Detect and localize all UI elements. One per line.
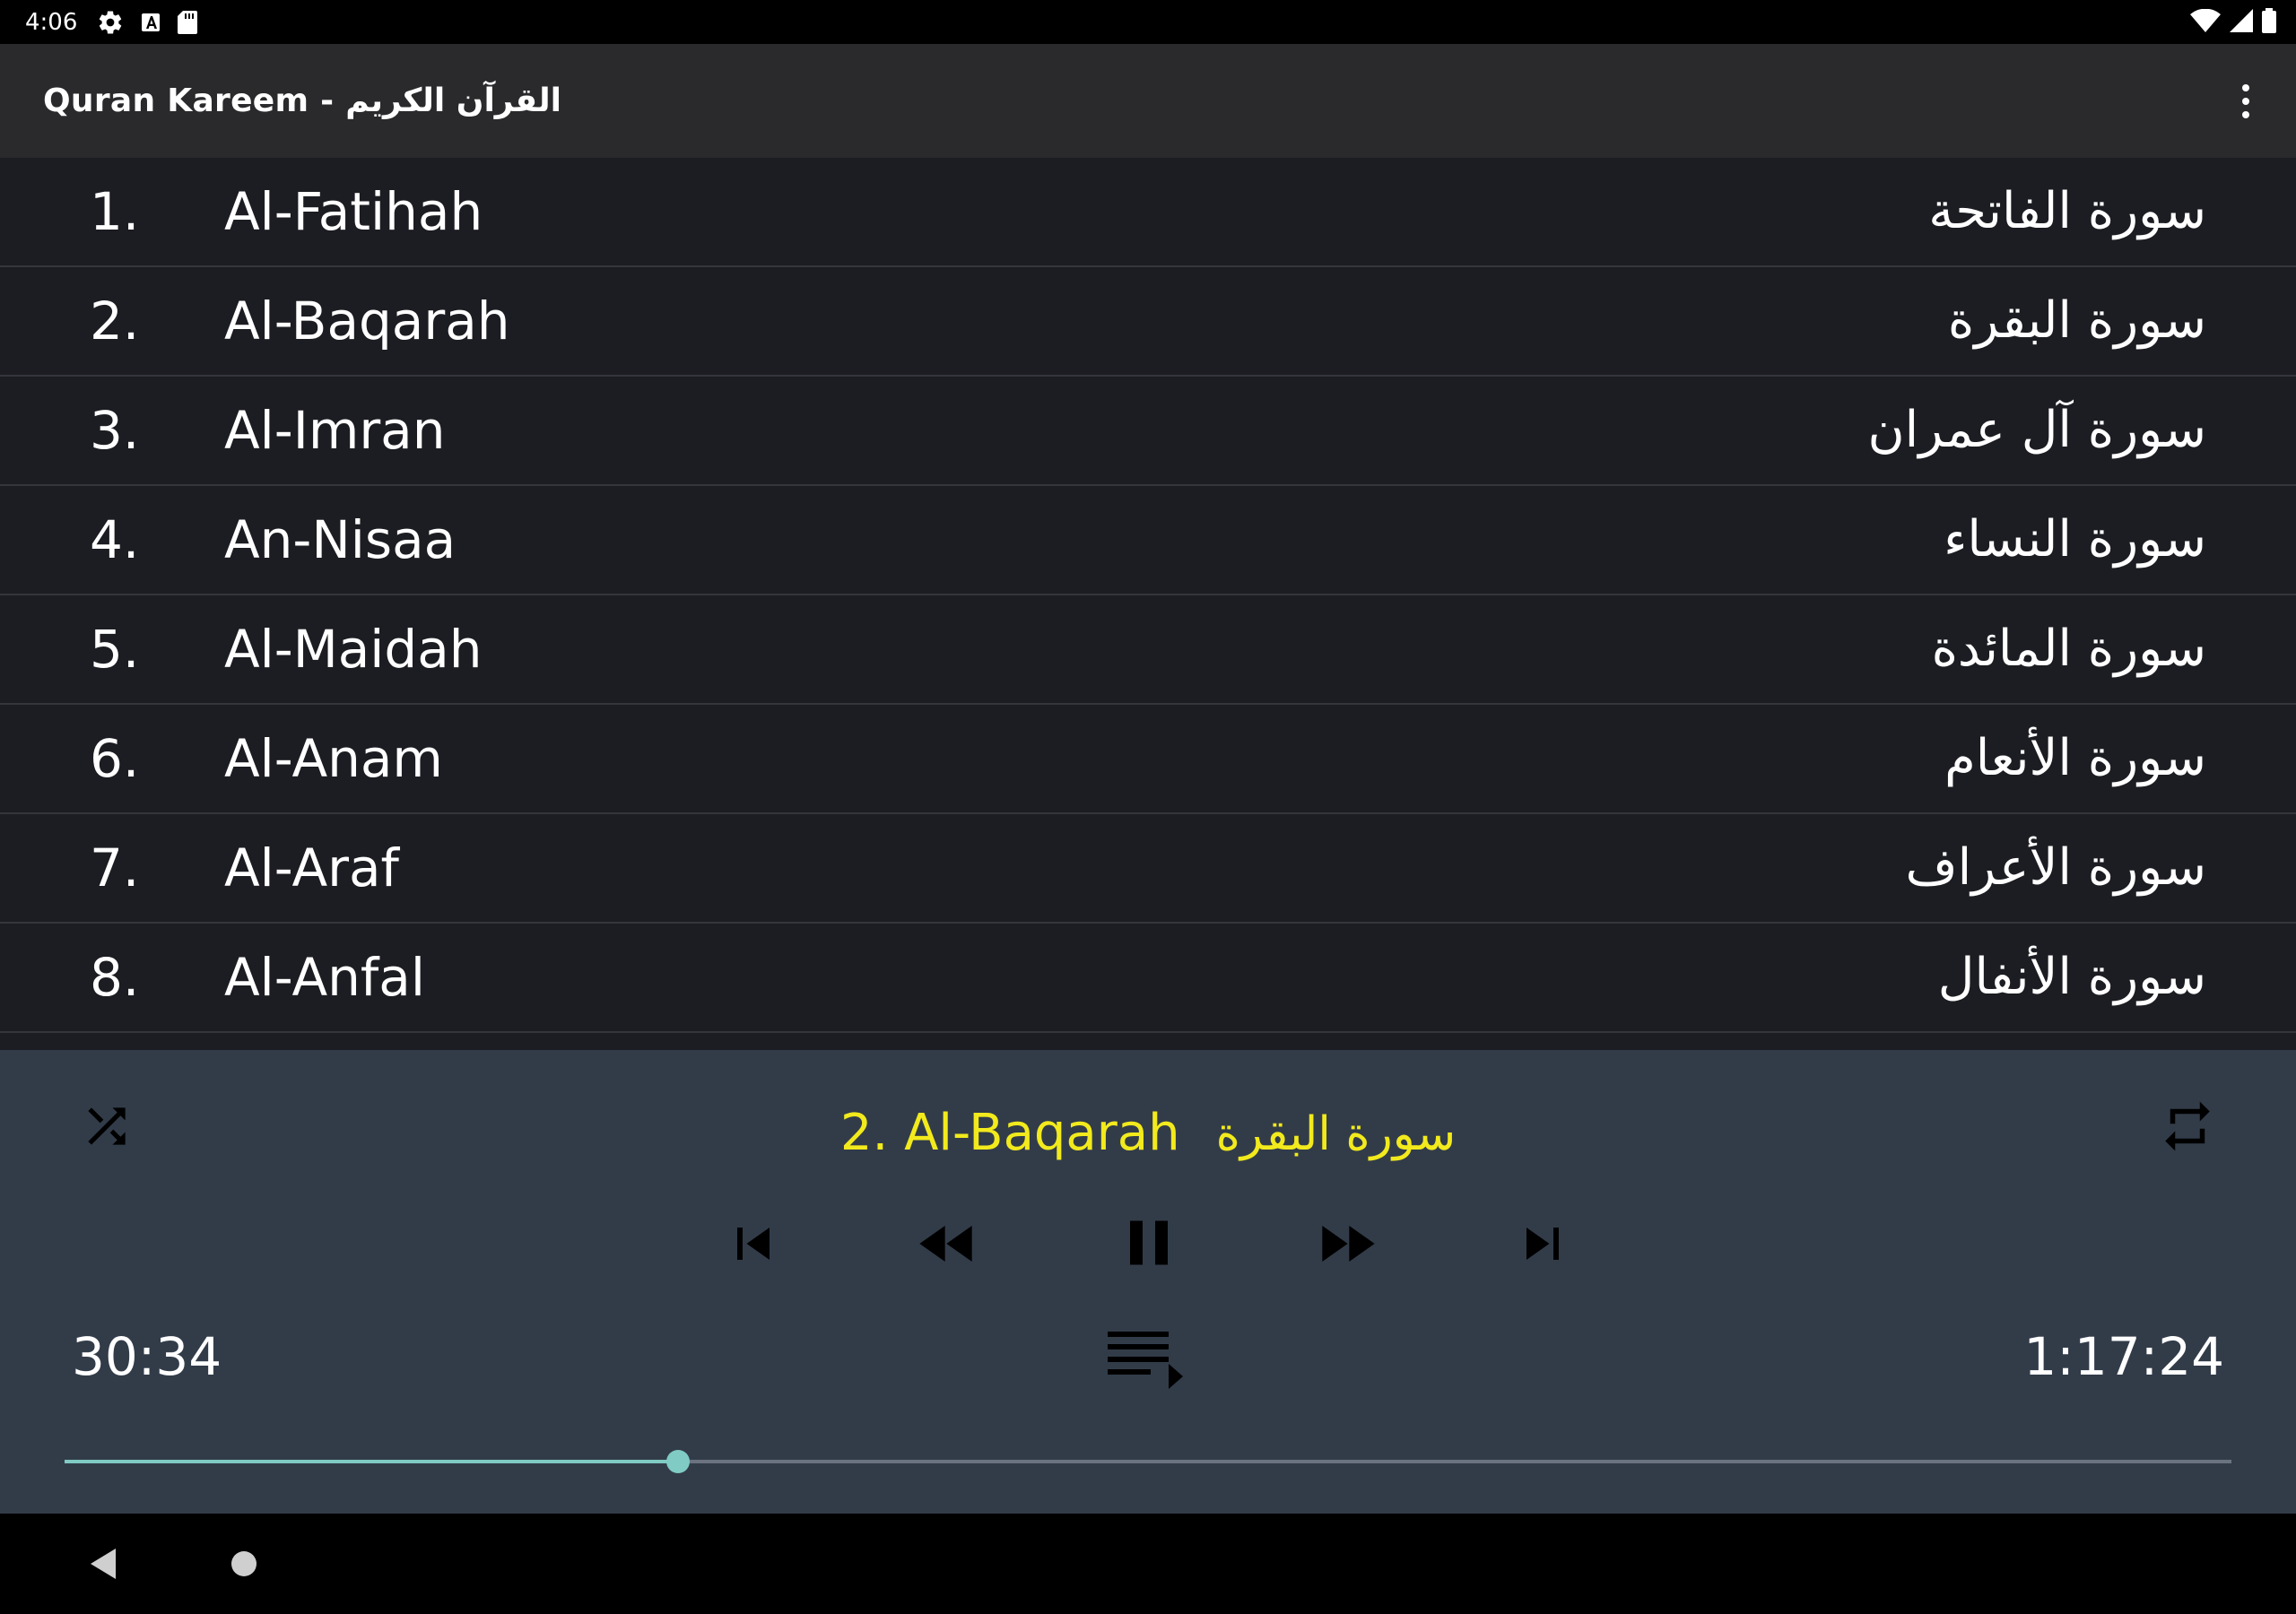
app-title: Quran Kareem - القرآن الكريم	[43, 82, 561, 119]
now-playing-name: 2. Al-Baqarah	[839, 1104, 1180, 1162]
skip-previous-icon[interactable]	[718, 1208, 789, 1280]
surah-name: Al-Araf	[224, 837, 399, 898]
list-item[interactable]: 8. Al-Anfal سورة الأنفال	[0, 924, 2296, 1033]
app-bar: Quran Kareem - القرآن الكريم	[0, 44, 2296, 158]
surah-number: 3.	[90, 400, 140, 461]
signal-icon	[2230, 8, 2253, 36]
fast-forward-icon[interactable]	[1306, 1208, 1387, 1280]
seek-thumb[interactable]	[665, 1450, 690, 1473]
rewind-icon[interactable]	[908, 1208, 988, 1280]
more-vert-icon[interactable]	[2221, 76, 2271, 126]
surah-arabic-name: سورة الفاتحة	[1928, 182, 2206, 240]
back-icon[interactable]	[77, 1537, 131, 1591]
surah-name: Al-Baqarah	[224, 291, 510, 351]
list-item[interactable]: 3. Al-Imran سورة آل عمران	[0, 377, 2296, 486]
list-item[interactable]: 1. Al-Fatihah سورة الفاتحة	[0, 158, 2296, 267]
player-panel: 2. Al-Baqarah سورة البقرة 30:34 1:17:24	[0, 1050, 2296, 1514]
now-playing-arabic: سورة البقرة	[1215, 1107, 1457, 1161]
status-time: 4:06	[25, 8, 78, 36]
list-item[interactable]: 4. An-Nisaa سورة النساء	[0, 486, 2296, 595]
list-item[interactable]: 7. Al-Araf سورة الأعراف	[0, 814, 2296, 924]
pause-icon[interactable]	[1109, 1202, 1189, 1283]
battery-icon	[2262, 7, 2276, 37]
home-icon[interactable]	[217, 1537, 271, 1591]
surah-arabic-name: سورة المائدة	[1931, 620, 2206, 678]
seek-bar[interactable]	[65, 1450, 2231, 1473]
surah-name: Al-Fatihah	[224, 181, 483, 242]
surah-name: Al-Maidah	[224, 619, 483, 680]
settings-icon	[97, 9, 124, 36]
navigation-bar	[0, 1514, 2296, 1614]
surah-number: 8.	[90, 947, 140, 1008]
list-item[interactable]: 2. Al-Baqarah سورة البقرة	[0, 267, 2296, 377]
skip-next-icon[interactable]	[1507, 1208, 1578, 1280]
status-bar: 4:06	[0, 0, 2296, 44]
surah-arabic-name: سورة الأنعام	[1944, 729, 2206, 787]
list-item[interactable]: 6. Al-Anam سورة الأنعام	[0, 705, 2296, 814]
now-playing-title: 2. Al-Baqarah سورة البقرة	[0, 1104, 2296, 1162]
a-icon	[140, 12, 161, 33]
elapsed-time: 30:34	[72, 1326, 222, 1387]
sd-card-icon	[178, 10, 198, 34]
playlist-icon[interactable]	[1103, 1323, 1186, 1395]
surah-arabic-name: سورة النساء	[1944, 510, 2206, 568]
surah-number: 2.	[90, 291, 140, 351]
surah-number: 4.	[90, 509, 140, 570]
surah-name: Al-Anfal	[224, 947, 425, 1008]
surah-arabic-name: سورة البقرة	[1947, 291, 2206, 350]
surah-number: 1.	[90, 181, 140, 242]
seek-progress	[65, 1460, 678, 1463]
surah-number: 7.	[90, 837, 140, 898]
list-item[interactable]: 5. Al-Maidah سورة المائدة	[0, 595, 2296, 705]
surah-list[interactable]: 1. Al-Fatihah سورة الفاتحة 2. Al-Baqarah…	[0, 158, 2296, 1050]
total-duration: 1:17:24	[2023, 1326, 2224, 1387]
surah-arabic-name: سورة الأعراف	[1905, 838, 2206, 897]
surah-number: 5.	[90, 619, 140, 680]
wifi-icon	[2190, 8, 2221, 36]
surah-number: 6.	[90, 728, 140, 789]
surah-arabic-name: سورة الأنفال	[1937, 948, 2206, 1006]
surah-name: Al-Imran	[224, 400, 446, 461]
surah-name: Al-Anam	[224, 728, 443, 789]
surah-arabic-name: سورة آل عمران	[1867, 401, 2206, 459]
surah-name: An-Nisaa	[224, 509, 457, 570]
